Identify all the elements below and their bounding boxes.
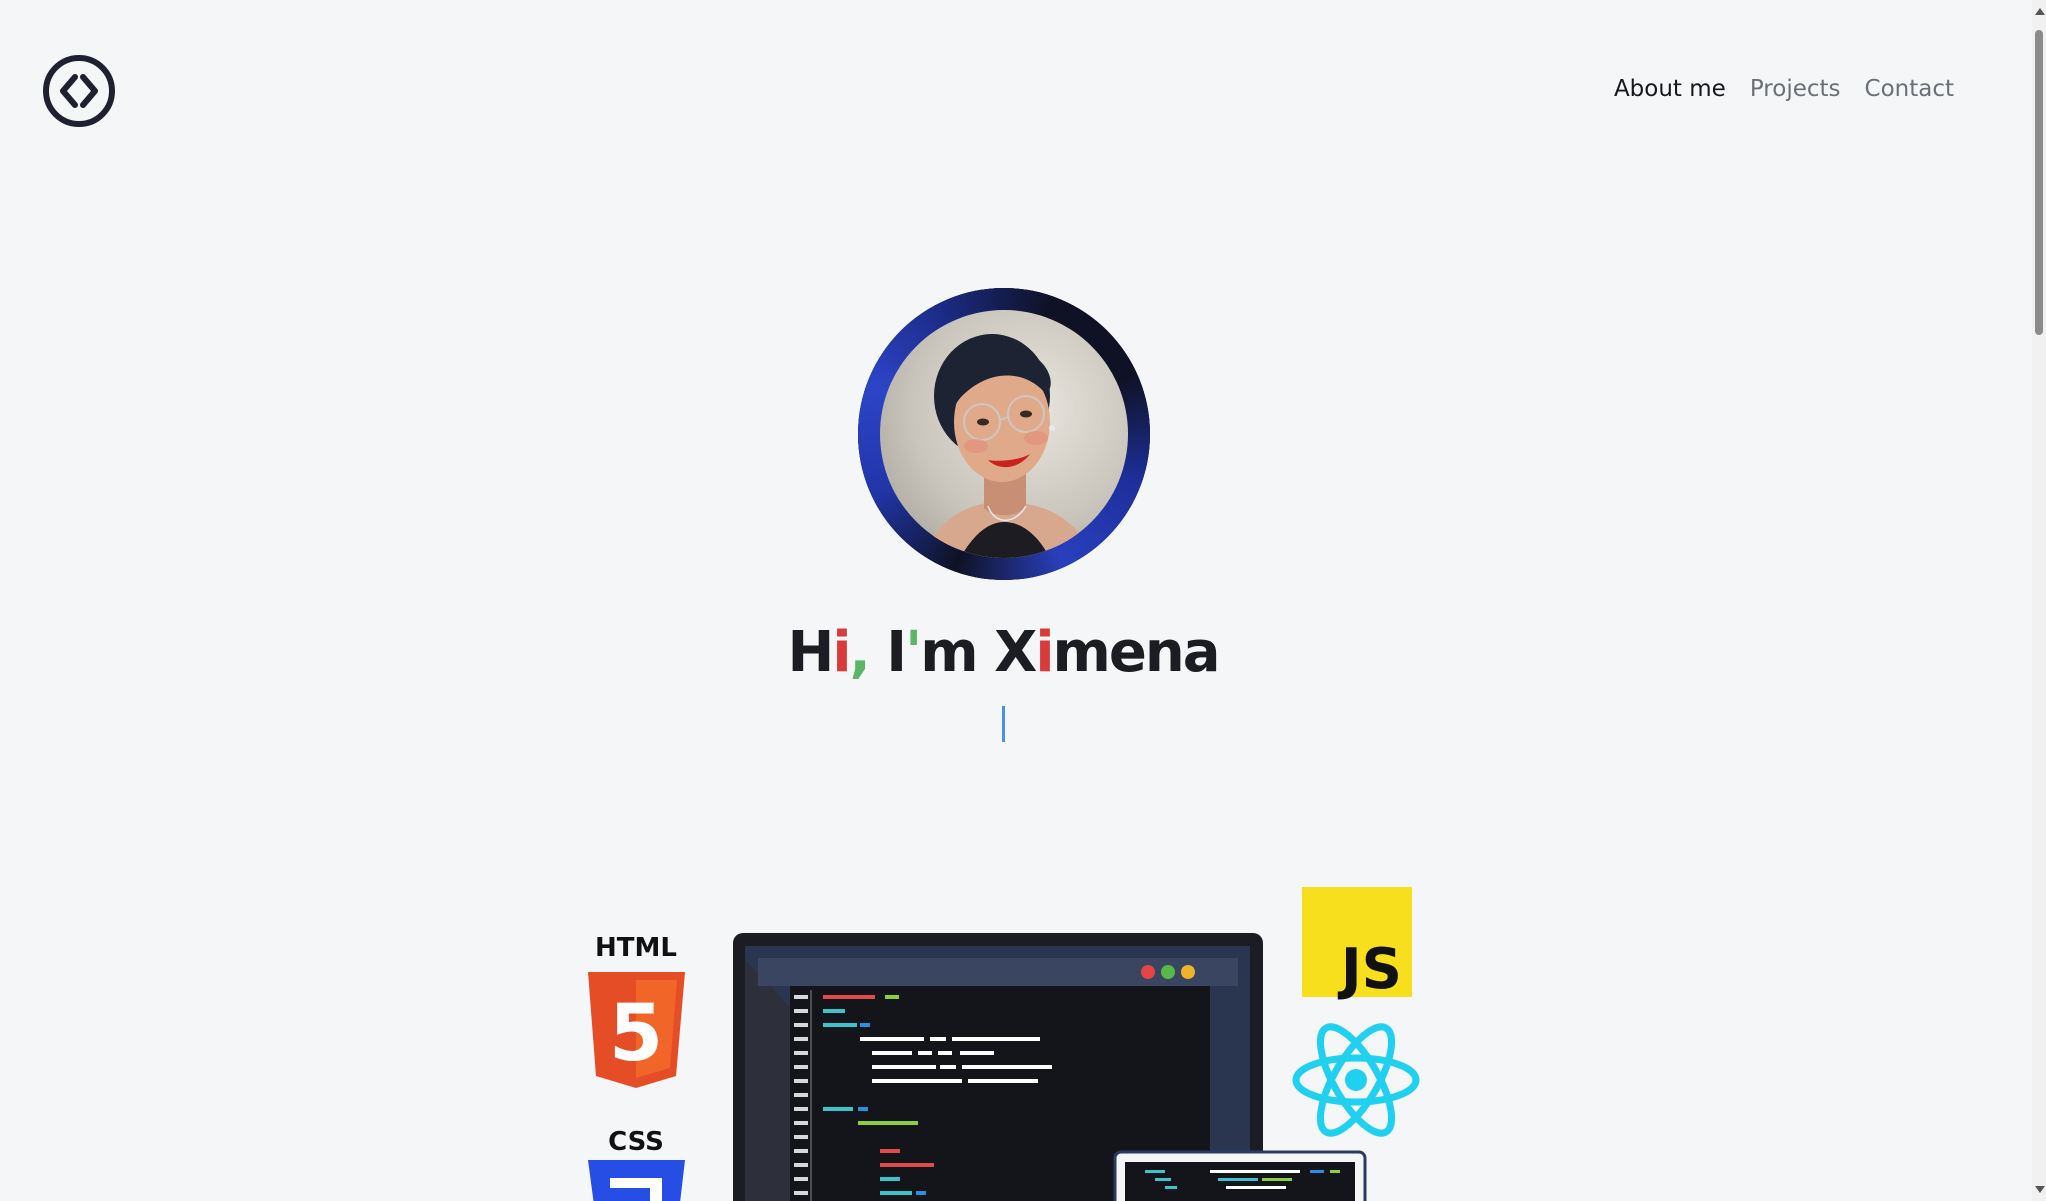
developer-illustration: HTML 5 CSS JS xyxy=(588,887,1420,1201)
main-nav: About me Projects Contact xyxy=(1614,76,1954,102)
portfolio-page: About me Projects Contact Hi, I'm Ximena… xyxy=(0,0,2046,1201)
avatar-photo xyxy=(880,310,1128,558)
code-brackets-icon[interactable] xyxy=(42,54,116,128)
typing-caret xyxy=(1002,706,1005,742)
nav-projects[interactable]: Projects xyxy=(1750,76,1841,102)
mini-editor-window xyxy=(1113,1150,1367,1201)
nav-contact[interactable]: Contact xyxy=(1865,76,1954,102)
react-icon xyxy=(1292,1023,1420,1137)
html5-icon: HTML 5 xyxy=(588,933,685,1088)
svg-text:HTML: HTML xyxy=(595,933,677,963)
svg-text:JS: JS xyxy=(1337,937,1402,1002)
nav-about-me[interactable]: About me xyxy=(1614,76,1726,102)
scroll-thumb[interactable] xyxy=(2035,30,2043,335)
css3-icon: CSS xyxy=(588,1127,685,1201)
hero-heading: Hi, I'm Ximena xyxy=(787,620,1220,685)
page-scrollbar[interactable] xyxy=(2032,0,2046,1201)
scroll-up-arrow-icon[interactable] xyxy=(2035,8,2045,15)
avatar xyxy=(858,288,1150,580)
svg-text:CSS: CSS xyxy=(608,1127,664,1157)
scroll-down-arrow-icon[interactable] xyxy=(2035,1186,2045,1193)
javascript-icon: JS xyxy=(1302,887,1412,1002)
svg-text:5: 5 xyxy=(609,989,663,1079)
